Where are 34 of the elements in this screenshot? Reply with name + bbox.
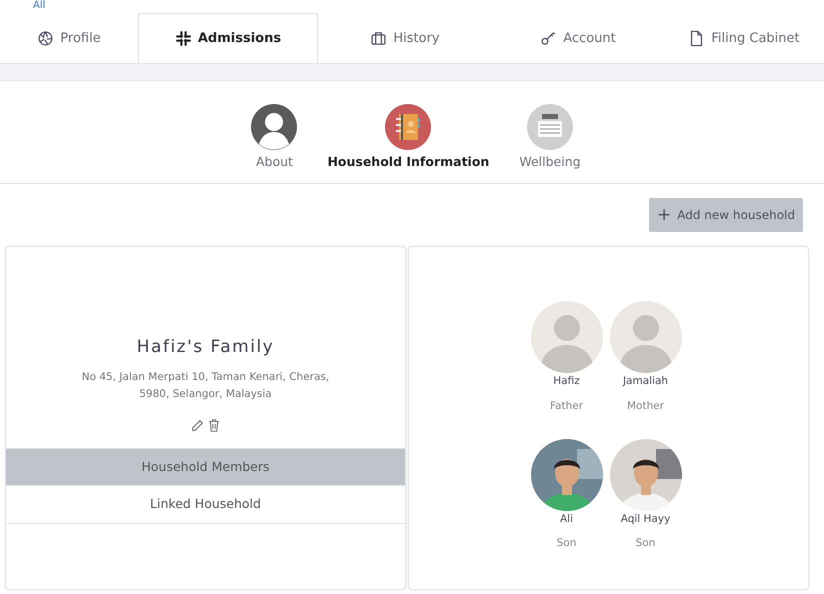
member-relation: Father (550, 398, 584, 414)
member-name: Aqil Hayy (620, 512, 670, 526)
tab[interactable]: Filing Cabinet (664, 13, 824, 63)
tab[interactable]: History (318, 13, 492, 63)
member-relation: Son (556, 536, 576, 552)
section-tab[interactable]: Household Information (327, 104, 490, 183)
add-household-button[interactable]: + Add new household (649, 198, 803, 232)
briefcase-icon (370, 30, 388, 47)
household-menu-item[interactable]: Linked Household (6, 485, 405, 524)
address-book-icon (385, 104, 432, 150)
section-tab[interactable]: About (251, 104, 298, 183)
member-name: Jamaliah (622, 374, 668, 389)
key-icon (540, 30, 558, 47)
aperture-icon (37, 30, 54, 47)
all-link[interactable]: All (33, 0, 46, 12)
member-relation: Son (636, 536, 656, 552)
household-address: No 45, Jalan Merpati 10, Taman Kenari, Cheras, 5980, Selangor, Malaysia (80, 370, 330, 402)
keyboard-icon (526, 104, 573, 150)
member-name: Hafiz (553, 374, 580, 389)
household-menu-item[interactable]: Household Members (6, 448, 405, 486)
tab[interactable]: Profile (0, 13, 138, 63)
avatar-icon (610, 301, 682, 373)
hash-grid-icon (174, 30, 192, 47)
member-relation: Mother (626, 398, 664, 414)
avatar-icon (530, 301, 602, 373)
tab[interactable]: Admissions (138, 13, 318, 63)
delete-icon[interactable] (208, 418, 220, 432)
tab[interactable]: Account (492, 13, 664, 63)
edit-icon[interactable] (191, 418, 204, 432)
member-name: Ali (560, 512, 574, 526)
person-icon (251, 104, 298, 150)
household-name: Hafiz's Family (136, 336, 276, 359)
section-tab[interactable]: Wellbeing (519, 104, 581, 183)
plus-icon: + (657, 206, 672, 224)
